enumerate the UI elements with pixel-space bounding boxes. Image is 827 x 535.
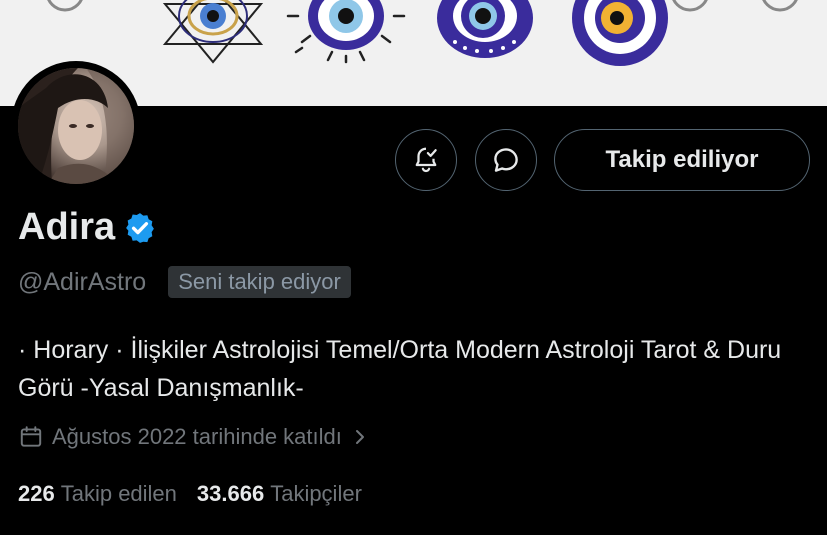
followers-count: 33.666 [196, 481, 265, 506]
followers-label: Takipçiler [270, 481, 362, 506]
notifications-button[interactable] [395, 129, 457, 191]
handle-row: @AdirAstro Seni takip ediyor [18, 266, 351, 298]
following-button[interactable]: Takip ediliyor [554, 129, 810, 191]
username-handle: @AdirAstro [18, 267, 147, 296]
avatar-photo [18, 68, 134, 184]
joined-date-text: Ağustos 2022 tarihinde katıldı [52, 424, 342, 449]
display-name: Adira [18, 206, 116, 248]
following-stat[interactable]: 226 Takip edilen [18, 481, 177, 507]
message-button[interactable] [475, 129, 537, 191]
verified-badge-icon[interactable] [123, 211, 157, 245]
bell-check-icon [415, 147, 437, 173]
chevron-right-icon [355, 430, 364, 444]
followers-stat[interactable]: 33.666 Takipçiler [197, 481, 362, 507]
profile-name-row: Adira [18, 206, 157, 249]
joined-date-row[interactable]: Ağustos 2022 tarihinde katıldı [18, 424, 368, 450]
follows-you-badge: Seni takip ediyor [168, 266, 351, 298]
following-label: Takip edilen [60, 481, 177, 506]
message-icon [494, 148, 518, 172]
avatar[interactable] [18, 68, 134, 184]
profile-bio: · Horary · İlişkiler Astrolojisi Temel/O… [18, 336, 782, 402]
follow-stats: 226 Takip edilen 33.666 Takipçiler [18, 481, 362, 507]
following-count: 226 [18, 481, 55, 506]
calendar-icon [20, 426, 42, 447]
